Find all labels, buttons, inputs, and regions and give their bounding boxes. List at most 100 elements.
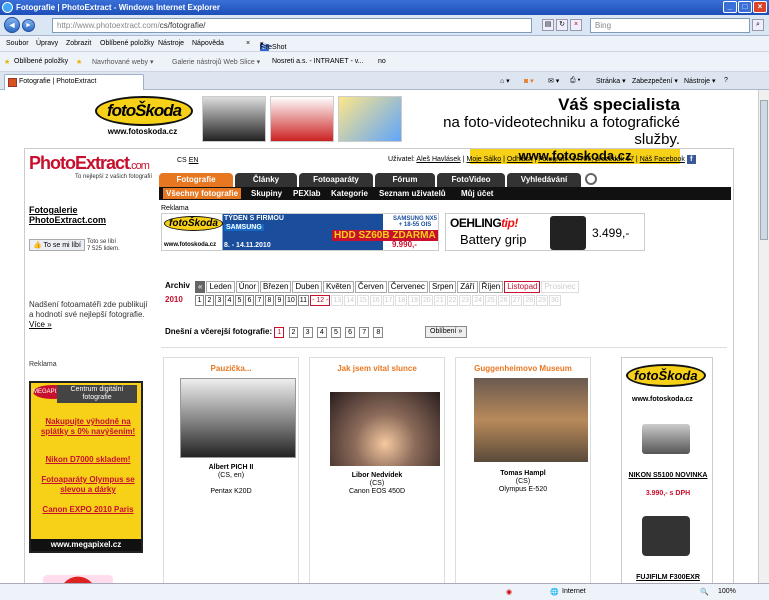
photo-title[interactable]: Jak jsem vítal slunce	[310, 364, 444, 373]
month-kveten[interactable]: Květen	[322, 281, 354, 293]
page-6[interactable]: 6	[345, 327, 355, 338]
facebook-link[interactable]: Náš Facebook	[640, 156, 685, 163]
day-link[interactable]: 4	[225, 295, 234, 306]
search-icon[interactable]: ⌕	[752, 19, 764, 31]
tab-fotografie-nav[interactable]: Fotografie	[159, 173, 233, 187]
print-icon[interactable]: ⎙ ▾	[570, 77, 581, 85]
favorites-button-site[interactable]: Oblíbení »	[425, 326, 468, 338]
day-link[interactable]: 7	[255, 295, 264, 306]
nikon-camera-image[interactable]	[642, 424, 690, 454]
day-link[interactable]: 8	[265, 295, 274, 306]
search-input[interactable]: Bing	[590, 18, 750, 33]
day-link[interactable]: 11	[297, 295, 310, 306]
month-srpen[interactable]: Srpen	[428, 281, 457, 293]
close-button[interactable]: ×	[753, 1, 767, 13]
rss-icon[interactable]: ◙ ▾	[524, 77, 534, 85]
help-icon[interactable]: ?	[724, 77, 728, 84]
photo-thumbnail[interactable]	[180, 378, 296, 458]
back-icon[interactable]: ◄	[4, 17, 20, 33]
close-toolbar-icon[interactable]: ×	[246, 40, 250, 47]
home-icon[interactable]: ⌂ ▾	[500, 77, 510, 85]
site-search-icon[interactable]	[585, 173, 597, 185]
tab-clanky[interactable]: Články	[235, 173, 297, 187]
oehling-ad[interactable]: OEHLINGtip! Battery grip 3.499,-	[445, 213, 645, 251]
subnav-my-account[interactable]: Můj účet	[461, 189, 493, 198]
favorites-star-icon[interactable]: ★	[4, 58, 10, 66]
fav-item-webslice[interactable]: Galerie nástrojů Web Slice ▾	[172, 58, 260, 66]
page-1[interactable]: 1	[274, 327, 285, 338]
facebook-like-button[interactable]: 👍 To se mi líbí	[29, 239, 85, 251]
photo-card[interactable]: Jak jsem vítal slunce Libor Nedvídek (CS…	[309, 357, 445, 583]
stop-icon[interactable]: ×	[570, 19, 582, 31]
megapixel-link-olympus[interactable]: Fotoaparáty Olympus se slevou a dárky	[35, 475, 141, 495]
url-input[interactable]: http://www.photoextract.com/cs/fotografi…	[52, 18, 532, 33]
month-unor[interactable]: Únor	[235, 281, 260, 293]
side-ad-product2[interactable]: FUJIFILM F300EXR	[622, 574, 714, 581]
security-menu[interactable]: Zabezpečení ▾	[632, 77, 678, 85]
lang-cs[interactable]: CS	[177, 157, 187, 164]
fotoskoda-logo[interactable]: fotoŠkoda www.fotoskoda.cz	[95, 96, 194, 140]
megapixel-url[interactable]: www.megapixel.cz	[31, 539, 141, 551]
subnav-all-photos[interactable]: Všechny fotografie	[163, 188, 242, 199]
fotoskoda-side-ad[interactable]: fotoŠkoda www.fotoskoda.cz NIKON S5100 N…	[621, 357, 713, 583]
month-brezen[interactable]: Březen	[260, 281, 292, 293]
megapixel-link-nikon[interactable]: Nikon D7000 skladem!	[35, 455, 141, 465]
day-current[interactable]: - 12 -	[310, 295, 331, 306]
subnav-users[interactable]: Seznam uživatelů	[379, 189, 446, 198]
photo-count-link[interactable]: Fotografií: 14706, prozedáí: 57	[538, 156, 634, 163]
subnav-groups[interactable]: Skupiny	[251, 189, 282, 198]
page-8[interactable]: 8	[373, 327, 384, 338]
subnav-categories[interactable]: Kategorie	[331, 189, 368, 198]
month-rijen[interactable]: Říjen	[478, 281, 504, 293]
subnav-pexlab[interactable]: PEXlab	[293, 189, 321, 198]
tab-forum[interactable]: Fórum	[375, 173, 435, 187]
tab-fotografie[interactable]: Fotografie | PhotoExtract	[4, 74, 144, 90]
page-2[interactable]: 2	[288, 327, 299, 338]
month-listopad[interactable]: Listopad	[504, 281, 541, 293]
photo-card[interactable]: Pauzička... Albert PICH II (CS, en) Pent…	[163, 357, 299, 583]
menu-view[interactable]: Zobrazit	[66, 40, 91, 47]
logout-link[interactable]: Odhlásit	[507, 156, 533, 163]
month-prev[interactable]: «	[195, 281, 206, 293]
day-link[interactable]: 9	[275, 295, 284, 306]
zoom-icon[interactable]: 🔍	[700, 588, 709, 596]
megapixel-link-installments[interactable]: Nakupujte výhodně na splátky s 0% navýše…	[35, 417, 141, 437]
day-link[interactable]: 2	[205, 295, 214, 306]
month-leden[interactable]: Leden	[206, 281, 235, 293]
page-4[interactable]: 4	[316, 327, 327, 338]
minimize-button[interactable]: _	[723, 1, 737, 13]
day-link[interactable]: 3	[215, 295, 224, 306]
photo-thumbnail[interactable]	[330, 392, 440, 466]
side-ad-product1[interactable]: NIKON S5100 NOVINKA	[622, 472, 714, 480]
page-7[interactable]: 7	[359, 327, 370, 338]
day-link[interactable]: 1	[195, 295, 204, 306]
day-link[interactable]: 5	[235, 295, 244, 306]
zoom-level[interactable]: 100%	[718, 588, 736, 595]
month-cerven[interactable]: Červen	[354, 281, 387, 293]
photo-author[interactable]: Albert PICH II	[209, 464, 254, 471]
add-favorite-icon[interactable]: ★	[76, 58, 82, 66]
fujifilm-camera-image[interactable]	[642, 516, 690, 556]
tab-fotovideo[interactable]: FotoVideo	[437, 173, 505, 187]
page-5[interactable]: 5	[330, 327, 341, 338]
facebook-icon[interactable]: f	[686, 155, 696, 164]
day-link[interactable]: 6	[245, 295, 254, 306]
photo-title[interactable]: Guggenheimovo Museum	[456, 364, 590, 373]
page-menu[interactable]: Stránka ▾	[596, 77, 626, 85]
partial-ad-image[interactable]	[43, 575, 113, 583]
fotoskoda-samsung-ad[interactable]: fotoŠkoda TÝDEN S FIRMOU SAMSUNG HDD SZ6…	[161, 213, 439, 251]
photo-card[interactable]: Guggenheimovo Museum Tomas Hampl (CS) Ol…	[455, 357, 591, 583]
lang-en[interactable]: EN	[189, 157, 199, 164]
user-name-link[interactable]: Aleš Havlásek	[416, 156, 460, 163]
photo-thumbnail[interactable]	[474, 378, 588, 462]
day-link[interactable]: 10	[285, 295, 297, 306]
fav-item-suggested[interactable]: Navrhované weby ▾	[92, 58, 154, 66]
more-link[interactable]: Více »	[29, 320, 52, 329]
page-3[interactable]: 3	[302, 327, 313, 338]
month-duben[interactable]: Duben	[292, 281, 322, 293]
my-salon-link[interactable]: Moje Sálko	[466, 156, 501, 163]
menu-file[interactable]: Soubor	[6, 40, 29, 47]
tools-menu[interactable]: Nástroje ▾	[684, 77, 716, 85]
fav-item-intranet[interactable]: Nosreti a.s. - INTRANET - v...	[272, 58, 364, 65]
mail-icon[interactable]: ✉ ▾	[548, 77, 559, 85]
